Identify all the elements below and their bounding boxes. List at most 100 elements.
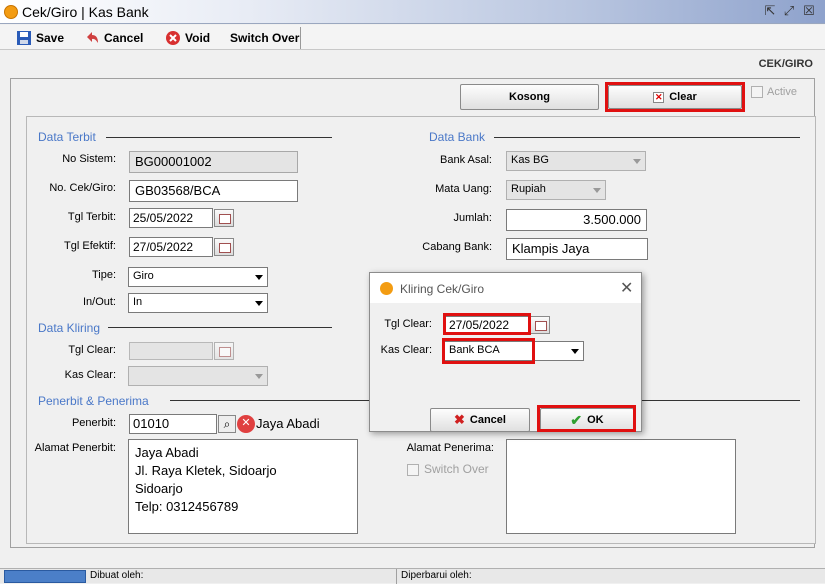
window-title: Cek/Giro | Kas Bank <box>22 4 149 20</box>
switch-over-checkbox[interactable] <box>407 464 419 476</box>
cancel-button[interactable]: Cancel <box>84 29 143 47</box>
dialog-cancel-label: Cancel <box>469 414 506 426</box>
chevron-down-icon <box>571 349 579 354</box>
search-icon[interactable]: ⌕ <box>218 415 236 433</box>
jumlah-label: Jumlah: <box>453 212 492 224</box>
save-label: Save <box>36 31 65 45</box>
dialog-calendar-icon[interactable] <box>530 316 550 334</box>
alamat-line: Jaya Abadi <box>135 445 199 460</box>
bank-asal-label: Bank Asal: <box>440 154 492 166</box>
bank-asal-select[interactable]: Kas BG <box>506 151 646 171</box>
kliring-tgl-clear-field <box>129 342 213 360</box>
no-sistem-field: BG00001002 <box>129 151 298 173</box>
alamat-line: Sidoarjo <box>135 481 183 496</box>
tgl-terbit-field[interactable]: 25/05/2022 <box>129 208 213 228</box>
dialog-title: Kliring Cek/Giro <box>400 282 485 296</box>
active-checkbox[interactable] <box>751 86 763 98</box>
tipe-label: Tipe: <box>91 269 116 281</box>
inout-label: In/Out: <box>82 296 116 308</box>
no-cek-label: No. Cek/Giro: <box>49 182 116 194</box>
dialog-tgl-clear-label: Tgl Clear: <box>384 318 432 330</box>
kliring-tgl-clear-label: Tgl Clear: <box>68 344 116 356</box>
void-button[interactable]: Void <box>165 29 210 47</box>
dialog-close-icon[interactable]: ✕ <box>620 278 633 298</box>
tgl-efektif-field[interactable]: 27/05/2022 <box>129 237 213 257</box>
no-cek-field[interactable]: GB03568/BCA <box>129 180 298 202</box>
jumlah-field[interactable]: 3.500.000 <box>506 209 647 231</box>
mata-uang-select[interactable]: Rupiah <box>506 180 606 200</box>
status-bar: Dibuat oleh: Diperbarui oleh: <box>0 568 825 584</box>
void-label: Void <box>185 31 211 45</box>
penerbit-name: Jaya Abadi <box>256 416 320 431</box>
maximize-icon[interactable]: ⤢ <box>781 3 797 19</box>
penerbit-code-field[interactable]: 01010 <box>129 414 217 434</box>
section-line <box>170 400 370 401</box>
chevron-down-icon <box>255 374 263 379</box>
floppy-icon <box>16 30 32 46</box>
chevron-down-icon <box>255 275 263 280</box>
title-bar: Cek/Giro | Kas Bank ⇱ ⤢ ☒ <box>0 0 825 24</box>
bank-asal-value: Kas BG <box>511 154 549 166</box>
highlight-ok <box>537 405 636 432</box>
highlight-clear <box>605 82 745 112</box>
kliring-kas-clear-select <box>128 366 268 386</box>
tipe-value: Giro <box>133 270 154 282</box>
restore-icon[interactable]: ⇱ <box>762 3 778 19</box>
close-icon[interactable]: ☒ <box>801 3 817 19</box>
dibuat-label: Dibuat oleh: <box>90 570 144 581</box>
switch-over-label: Switch Over <box>230 31 300 45</box>
cancel-x-icon: ✖ <box>454 412 465 427</box>
chevron-down-icon <box>255 301 263 306</box>
remove-icon[interactable]: ✕ <box>237 415 255 433</box>
app-icon <box>4 5 18 19</box>
alamat-penerbit-memo[interactable]: Jaya Abadi Jl. Raya Kletek, Sidoarjo Sid… <box>128 439 358 534</box>
alamat-line: Telp: 0312456789 <box>135 499 239 514</box>
inout-select[interactable]: In <box>128 293 268 313</box>
section-data-terbit: Data Terbit <box>38 130 96 144</box>
cancel-label: Cancel <box>104 31 144 45</box>
switch-over-label: Switch Over <box>424 462 489 476</box>
tipe-select[interactable]: Giro <box>128 267 268 287</box>
switch-over-button[interactable]: Switch Over <box>230 29 299 47</box>
section-line <box>640 400 800 401</box>
save-button[interactable]: Save <box>16 29 64 47</box>
dialog-title-bar: Kliring Cek/Giro ✕ <box>370 273 641 303</box>
status-progress <box>4 570 86 583</box>
penerbit-label: Penerbit: <box>71 417 116 429</box>
undo-arrow-icon <box>84 30 100 46</box>
alamat-penerima-label: Alamat Penerima: <box>406 442 494 454</box>
status-divider <box>396 569 397 584</box>
form-header: CEK/GIRO <box>758 58 813 70</box>
kosong-button[interactable]: Kosong <box>460 84 599 110</box>
inout-value: In <box>133 296 143 308</box>
section-line <box>108 327 332 328</box>
tgl-terbit-calendar-icon[interactable] <box>214 209 234 227</box>
section-data-kliring: Data Kliring <box>38 321 101 335</box>
section-data-bank: Data Bank <box>429 130 486 144</box>
diperbarui-label: Diperbarui oleh: <box>401 570 472 581</box>
active-label: Active <box>767 86 797 98</box>
section-penerbit: Penerbit & Penerima <box>38 394 149 408</box>
highlight-kas-clear <box>442 338 535 364</box>
dialog-kas-clear-label: Kas Clear: <box>380 344 432 356</box>
cabang-field[interactable]: Klampis Jaya <box>506 238 648 260</box>
mata-uang-value: Rupiah <box>511 183 546 195</box>
tgl-efektif-label: Tgl Efektif: <box>64 240 116 252</box>
mata-uang-label: Mata Uang: <box>435 183 492 195</box>
alamat-penerbit-label: Alamat Penerbit: <box>34 442 116 454</box>
cabang-label: Cabang Bank: <box>422 241 492 253</box>
toolbar-divider <box>300 27 301 49</box>
void-icon <box>165 30 181 46</box>
kliring-calendar-icon <box>214 342 234 360</box>
tgl-efektif-calendar-icon[interactable] <box>214 238 234 256</box>
dialog-cancel-button[interactable]: ✖ Cancel <box>430 408 530 432</box>
dialog-app-icon <box>380 282 393 295</box>
toolbar: Save Cancel Void Switch Over <box>0 25 825 50</box>
alamat-penerima-memo[interactable] <box>506 439 736 534</box>
tgl-terbit-label: Tgl Terbit: <box>67 211 116 223</box>
section-line <box>106 137 332 138</box>
kosong-label: Kosong <box>509 91 550 103</box>
highlight-tgl-clear <box>443 313 531 335</box>
kliring-kas-clear-label: Kas Clear: <box>64 369 116 381</box>
chevron-down-icon <box>593 188 601 193</box>
